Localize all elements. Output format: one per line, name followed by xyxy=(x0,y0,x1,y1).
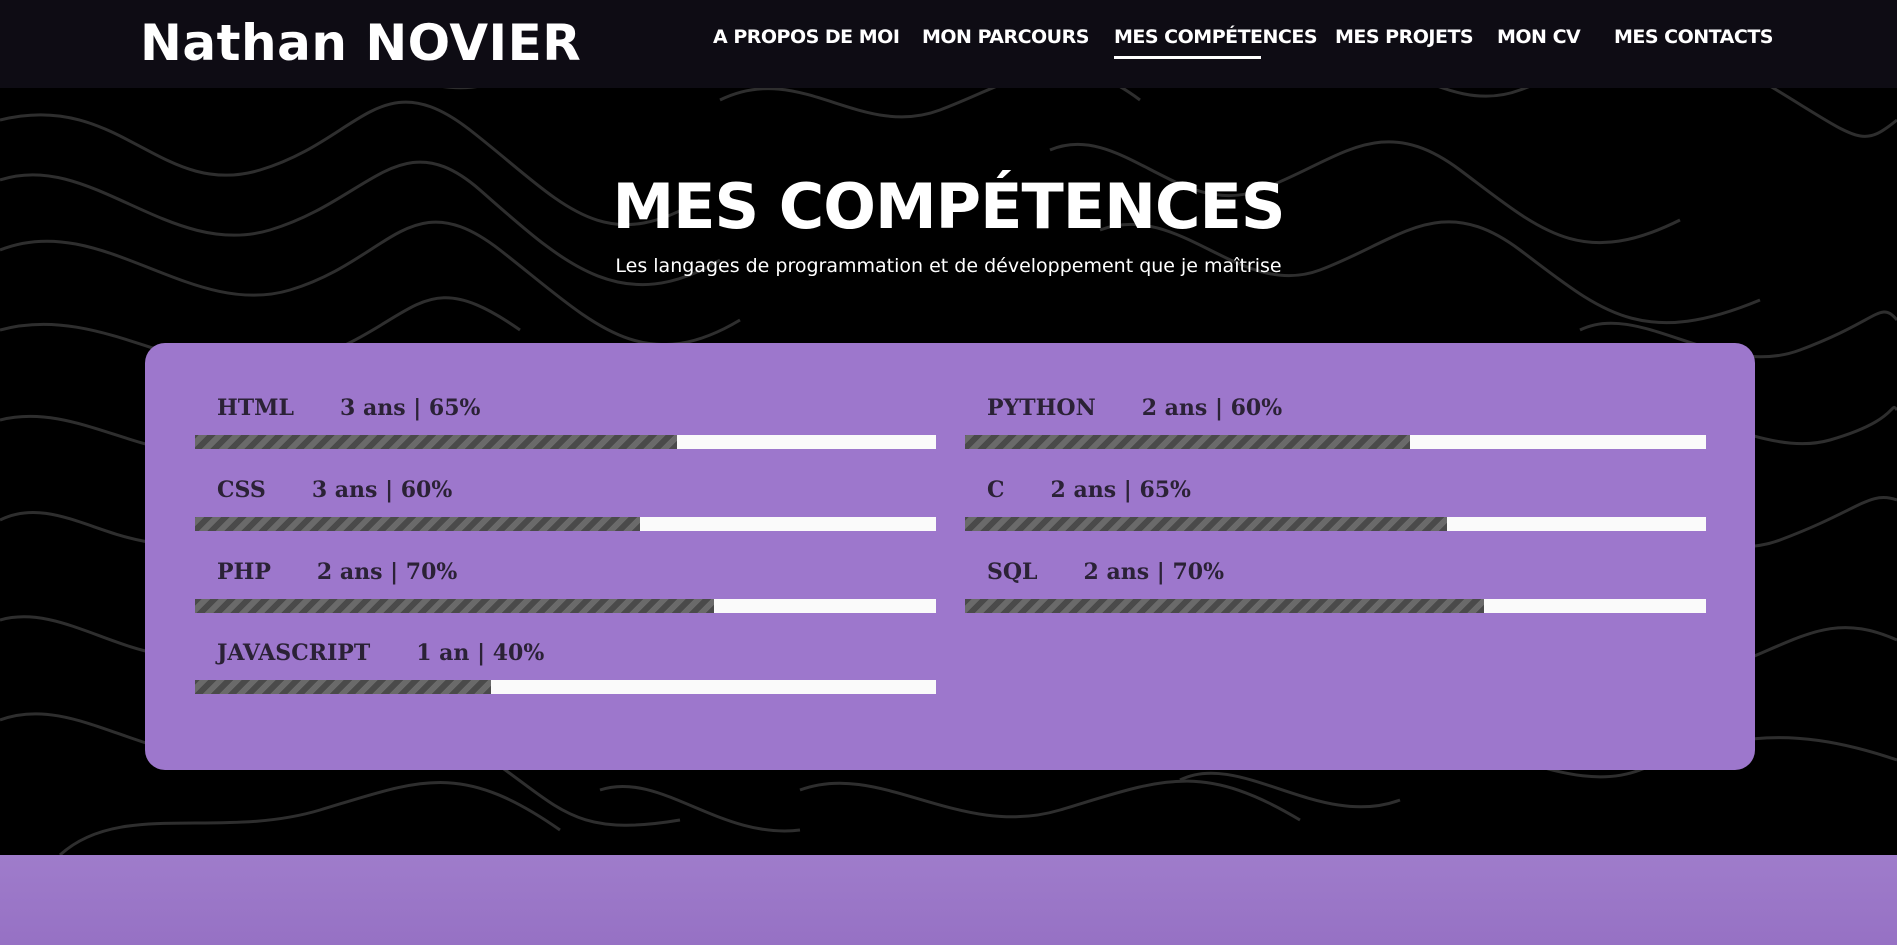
skill-bar xyxy=(195,680,936,694)
nav-item-projets[interactable]: MES PROJETS xyxy=(1335,26,1474,48)
skill-bar xyxy=(195,517,936,531)
skill-name: SQL xyxy=(987,559,1038,585)
skill-meta: 3 ans | 60% xyxy=(311,477,453,503)
skill-meta: 2 ans | 70% xyxy=(316,559,458,585)
skill-bar xyxy=(965,599,1706,613)
main-nav: A PROPOS DE MOI MON PARCOURS MES COMPÉTE… xyxy=(0,0,1897,88)
skills-card: HTML 3 ans | 65% PYTHON 2 ans | 60% CSS 3 a… xyxy=(145,343,1755,770)
nav-item-cv[interactable]: MON CV xyxy=(1497,26,1581,48)
skill-bar-fill xyxy=(195,680,492,694)
skill-bar-fill xyxy=(965,435,1410,449)
skill-bar xyxy=(965,435,1706,449)
skill-bar-fill xyxy=(195,599,714,613)
nav-item-competences[interactable]: MES COMPÉTENCES xyxy=(1114,26,1318,59)
skill-bar-fill xyxy=(195,435,677,449)
skill-bar-fill xyxy=(965,517,1447,531)
skill-bar-fill xyxy=(965,599,1484,613)
nav-item-contacts[interactable]: MES CONTACTS xyxy=(1614,26,1773,48)
section-subtitle: Les langages de programmation et de déve… xyxy=(615,255,1282,277)
skill-bar xyxy=(195,435,936,449)
skill-item-c: C 2 ans | 65% xyxy=(965,477,1706,537)
skill-name: PYTHON xyxy=(987,395,1096,421)
skill-item-python: PYTHON 2 ans | 60% xyxy=(965,395,1706,455)
skill-meta: 1 an | 40% xyxy=(416,640,545,666)
skill-meta: 2 ans | 65% xyxy=(1050,477,1191,503)
skill-bar xyxy=(965,517,1706,531)
skill-name: HTML xyxy=(217,395,294,421)
skill-name: PHP xyxy=(217,559,271,585)
skill-item-sql: SQL 2 ans | 70% xyxy=(965,559,1706,619)
skill-name: JAVASCRIPT xyxy=(217,640,371,666)
nav-item-parcours[interactable]: MON PARCOURS xyxy=(922,26,1089,48)
site-header: Nathan NOVIER A PROPOS DE MOI MON PARCOU… xyxy=(0,0,1897,88)
skill-bar xyxy=(195,599,936,613)
skill-meta: 2 ans | 60% xyxy=(1141,395,1283,421)
skill-meta: 3 ans | 65% xyxy=(339,395,481,421)
footer-band xyxy=(0,855,1897,945)
skill-item-javascript: JAVASCRIPT 1 an | 40% xyxy=(195,640,936,700)
skill-name: CSS xyxy=(217,477,266,503)
skill-meta: 2 ans | 70% xyxy=(1083,559,1224,585)
skill-bar-fill xyxy=(195,517,640,531)
section-title: MES COMPÉTENCES xyxy=(612,170,1285,243)
skill-item-html: HTML 3 ans | 65% xyxy=(195,395,936,455)
skill-name: C xyxy=(987,477,1005,503)
nav-item-a-propos[interactable]: A PROPOS DE MOI xyxy=(713,26,900,48)
skill-item-css: CSS 3 ans | 60% xyxy=(195,477,936,537)
skill-item-php: PHP 2 ans | 70% xyxy=(195,559,936,619)
